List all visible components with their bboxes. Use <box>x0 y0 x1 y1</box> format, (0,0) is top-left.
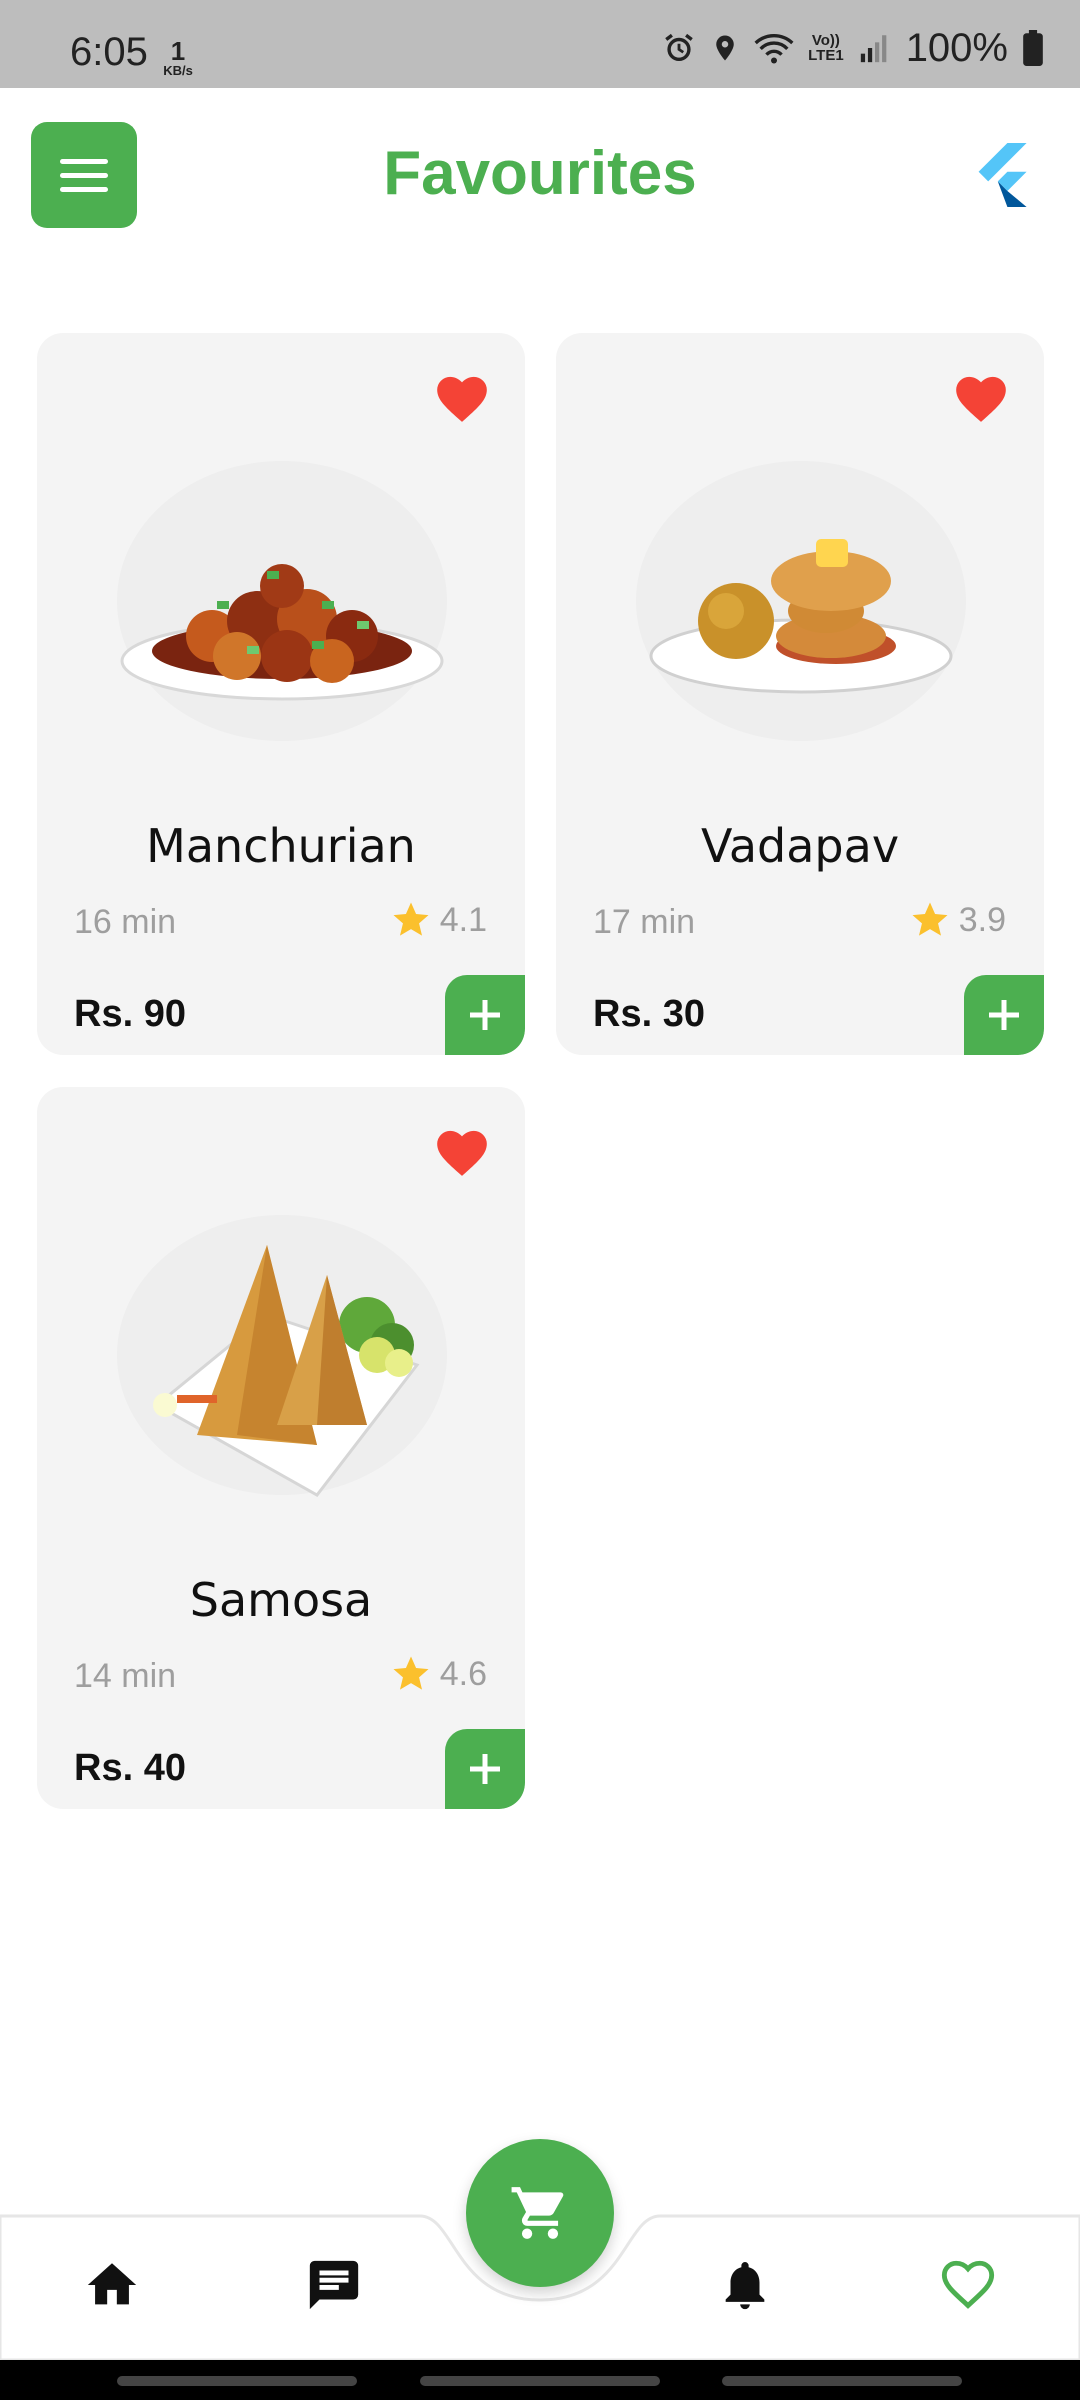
price: Rs. 40 <box>74 1747 186 1789</box>
star-icon <box>393 902 429 936</box>
prep-time: 17 min <box>593 903 696 941</box>
status-bar: 6:05 1 KB/s Vo)) LTE1 100% <box>0 0 1080 88</box>
heart-icon[interactable] <box>952 371 1010 423</box>
food-card[interactable]: Manchurian 16 min 4.1 Rs. 90 <box>37 333 525 1055</box>
cart-icon <box>511 2187 564 2239</box>
food-name: Vadapav <box>700 819 900 873</box>
nav-notifications[interactable] <box>713 2253 777 2317</box>
flutter-logo <box>978 143 1027 207</box>
prep-time: 16 min <box>74 903 177 941</box>
food-name: Samosa <box>189 1573 373 1627</box>
plus-icon <box>470 1754 500 1784</box>
add-to-cart-button[interactable] <box>445 975 525 1055</box>
network-speed-value: 1 <box>170 36 186 66</box>
star-icon <box>393 1656 429 1690</box>
price: Rs. 90 <box>74 993 186 1035</box>
add-to-cart-button[interactable] <box>445 1729 525 1809</box>
page-title: Favourites <box>383 139 697 208</box>
plus-icon <box>470 1000 500 1030</box>
rating-value: 4.6 <box>439 1654 487 1693</box>
network-speed-unit: KB/s <box>163 63 193 78</box>
rating: 4.6 <box>390 1653 487 1695</box>
system-nav-handle[interactable] <box>117 2376 357 2386</box>
price: Rs. 30 <box>593 993 705 1035</box>
food-card[interactable]: Vadapav 17 min 3.9 Rs. 30 <box>556 333 1044 1055</box>
nav-chat[interactable] <box>302 2253 366 2317</box>
battery-icon <box>1023 30 1043 66</box>
signal-icon <box>860 35 887 63</box>
system-nav-handle[interactable] <box>420 2376 660 2386</box>
star-icon <box>912 902 948 936</box>
nav-home[interactable] <box>80 2253 144 2317</box>
nav-favourites[interactable] <box>936 2253 1000 2317</box>
location-icon <box>716 35 734 61</box>
rating-value: 3.9 <box>958 900 1006 939</box>
prep-time: 14 min <box>74 1657 177 1695</box>
vadapav-image <box>636 461 966 741</box>
system-nav-handle[interactable] <box>722 2376 962 2386</box>
heart-icon[interactable] <box>433 371 491 423</box>
plus-icon <box>989 1000 1019 1030</box>
rating: 3.9 <box>909 899 1006 941</box>
volte-label: Vo)) <box>811 32 840 49</box>
heart-icon[interactable] <box>433 1125 491 1177</box>
rating: 4.1 <box>390 899 487 941</box>
rating-value: 4.1 <box>439 900 487 939</box>
network-speed: 1 KB/s <box>156 38 200 77</box>
lte-label: LTE1 <box>808 47 844 64</box>
add-to-cart-button[interactable] <box>964 975 1044 1055</box>
volte-icon: Vo)) LTE1 <box>808 33 844 63</box>
food-card[interactable]: Samosa 14 min 4.6 Rs. 40 <box>37 1087 525 1809</box>
status-time: 6:05 <box>70 30 148 74</box>
bell-icon <box>725 2262 765 2310</box>
food-name: Manchurian <box>146 819 416 873</box>
wifi-icon <box>754 34 794 64</box>
home-icon <box>87 2263 137 2305</box>
samosa-image <box>117 1215 447 1497</box>
heart-icon <box>941 2260 995 2309</box>
chat-icon <box>309 2260 359 2310</box>
battery-percent: 100% <box>905 25 1008 70</box>
status-icons: Vo)) LTE1 100% <box>662 25 1044 70</box>
alarm-icon <box>665 33 693 62</box>
cart-button[interactable] <box>466 2139 614 2287</box>
manchurian-image <box>117 461 447 741</box>
